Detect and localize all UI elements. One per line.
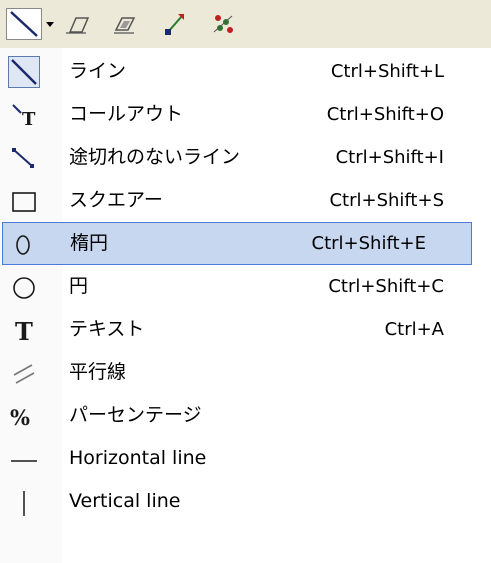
line-tool-icon bbox=[10, 11, 38, 37]
menu-item-line[interactable]: ライン Ctrl+Shift+L bbox=[0, 50, 491, 93]
parallel-lines-icon bbox=[8, 357, 40, 389]
menu-item-vertical-line[interactable]: Vertical line bbox=[0, 480, 491, 523]
vertical-line-icon bbox=[8, 486, 40, 518]
text-icon: T bbox=[8, 314, 40, 346]
menu-item-label: 円 bbox=[69, 275, 89, 297]
eraser-icon bbox=[66, 17, 90, 34]
line-tool-dropdown[interactable] bbox=[43, 8, 57, 40]
svg-text:T: T bbox=[22, 109, 36, 130]
percent-icon: % bbox=[8, 400, 40, 432]
ellipse-icon bbox=[9, 228, 41, 260]
menu-item-parallel-lines[interactable]: 平行線 bbox=[0, 351, 491, 394]
connector-icon bbox=[165, 14, 184, 35]
callout-icon: T bbox=[8, 99, 40, 131]
dropdown-arrow-icon bbox=[46, 22, 54, 27]
menu-item-label: 平行線 bbox=[69, 361, 127, 383]
menu-item-horizontal-line[interactable]: Horizontal line bbox=[0, 437, 491, 480]
line-tool-button[interactable] bbox=[6, 8, 42, 40]
menu-item-square[interactable]: スクエアー Ctrl+Shift+S bbox=[0, 179, 491, 222]
menu-item-label: パーセンテージ bbox=[69, 404, 202, 426]
connector-tool-button[interactable] bbox=[160, 10, 190, 38]
menu-item-shortcut: Ctrl+Shift+I bbox=[335, 147, 444, 168]
menu-item-continuous-line[interactable]: 途切れのないライン Ctrl+Shift+I bbox=[0, 136, 491, 179]
menu-item-shortcut: Ctrl+A bbox=[384, 319, 444, 340]
menu-item-shortcut: Ctrl+Shift+C bbox=[328, 276, 444, 297]
line-tool-menu: ライン Ctrl+Shift+L T コールアウト Ctrl+Shift+O 途… bbox=[0, 48, 491, 563]
eraser-tool-button[interactable] bbox=[62, 10, 92, 38]
menu-item-shortcut: Ctrl+Shift+E bbox=[311, 233, 426, 254]
drawing-toolbar bbox=[0, 0, 491, 49]
sparkle-icon bbox=[213, 15, 233, 33]
menu-item-label: Vertical line bbox=[69, 490, 181, 512]
menu-item-ellipse[interactable]: 楕円 Ctrl+Shift+E bbox=[2, 222, 472, 265]
menu-item-label: テキスト bbox=[69, 318, 145, 340]
menu-item-text[interactable]: T テキスト Ctrl+A bbox=[0, 308, 491, 351]
circle-icon bbox=[8, 271, 40, 303]
svg-text:%: % bbox=[10, 405, 30, 430]
square-icon bbox=[8, 185, 40, 217]
menu-item-label: 楕円 bbox=[70, 232, 109, 254]
menu-item-label: ライン bbox=[69, 60, 127, 82]
continuous-line-icon bbox=[8, 142, 40, 174]
menu-item-circle[interactable]: 円 Ctrl+Shift+C bbox=[0, 265, 491, 308]
horizontal-line-icon bbox=[8, 443, 40, 475]
menu-item-label: コールアウト bbox=[69, 103, 184, 125]
stamp-icon bbox=[114, 17, 136, 34]
diagonal-line-icon bbox=[8, 56, 40, 88]
menu-item-shortcut: Ctrl+Shift+L bbox=[330, 61, 444, 82]
menu-item-shortcut: Ctrl+Shift+O bbox=[326, 104, 444, 125]
menu-item-callout[interactable]: T コールアウト Ctrl+Shift+O bbox=[0, 93, 491, 136]
stamp-tool-button[interactable] bbox=[110, 10, 140, 38]
menu-item-label: Horizontal line bbox=[69, 447, 207, 469]
svg-text:T: T bbox=[15, 317, 33, 346]
menu-item-shortcut: Ctrl+Shift+S bbox=[329, 190, 444, 211]
menu-item-label: スクエアー bbox=[69, 189, 163, 211]
menu-item-percentage[interactable]: % パーセンテージ bbox=[0, 394, 491, 437]
menu-item-label: 途切れのないライン bbox=[69, 146, 241, 168]
sparkle-tool-button[interactable] bbox=[208, 10, 238, 38]
